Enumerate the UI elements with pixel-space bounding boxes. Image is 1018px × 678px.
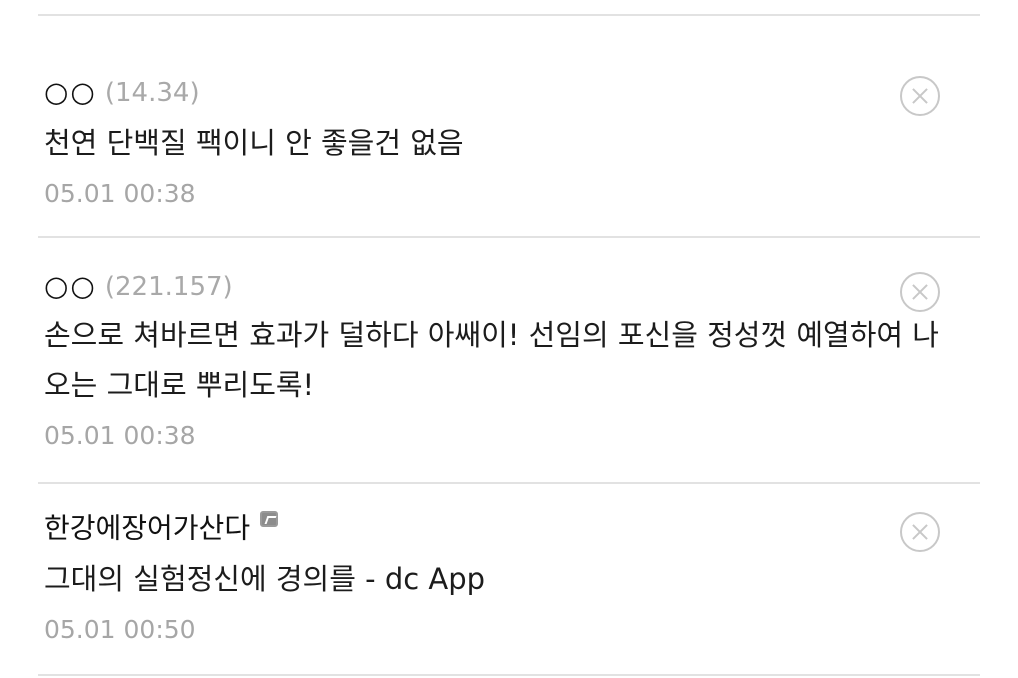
comment-timestamp: 05.01 00:38: [44, 179, 196, 208]
comment-item: ○○ (221.157) 손으로 쳐바르면 효과가 덜하다 아쌔이! 선임의 포신…: [38, 238, 980, 484]
comment-timestamp: 05.01 00:38: [44, 421, 196, 450]
comment-timestamp: 05.01 00:50: [44, 615, 196, 644]
comment-author[interactable]: ○○: [44, 270, 97, 303]
delete-comment-button[interactable]: [900, 76, 940, 116]
comment-text: 그대의 실험정신에 경의를 - dc App: [44, 562, 486, 596]
comment-text: 천연 단백질 팩이니 안 좋을건 없음: [44, 126, 464, 160]
comment-header: 한강에장어가산다: [44, 508, 980, 548]
comment-author[interactable]: 한강에장어가산다: [44, 512, 250, 545]
delete-comment-button[interactable]: [900, 512, 940, 552]
comment-header: ○○ (221.157): [44, 266, 980, 306]
comment-item: ○○ (14.34) 천연 단백질 팩이니 안 좋을건 없음 05.01 00:3…: [38, 16, 980, 238]
comment-author[interactable]: ○○: [44, 76, 97, 109]
comment-list: ○○ (14.34) 천연 단백질 팩이니 안 좋을건 없음 05.01 00:3…: [0, 16, 1018, 676]
comment-text: 손으로 쳐바르면 효과가 덜하다 아쌔이! 선임의 포신을 정성껏 예열하여 나…: [44, 318, 939, 402]
comment-item: 한강에장어가산다 그대의 실험정신에 경의를 - dc App 05.01 00…: [38, 484, 980, 676]
comment-ip: (14.34): [104, 77, 200, 108]
comment-header: ○○ (14.34): [44, 72, 980, 112]
comment-ip: (221.157): [104, 271, 233, 302]
fixed-nickname-icon: [260, 511, 279, 527]
delete-comment-button[interactable]: [900, 272, 940, 312]
